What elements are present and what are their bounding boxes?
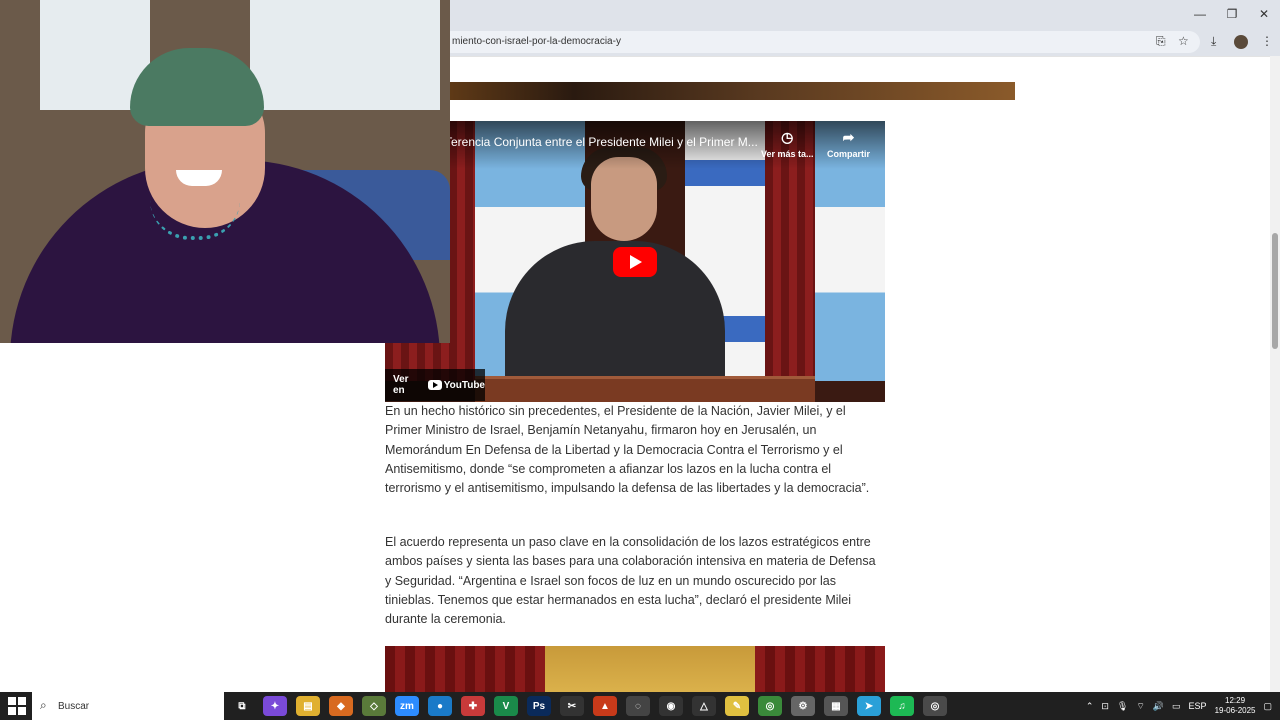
clock-icon: ◷ (781, 129, 794, 145)
clock-date: 19-06-2025 (1214, 706, 1256, 715)
ver-en-label: Ver en (393, 374, 409, 396)
clock-time: 12:29 (1225, 696, 1246, 705)
tray-wifi-icon[interactable]: ⌔ (1136, 701, 1144, 712)
taskbar-clock[interactable]: 12:29 19-06-2025 (1215, 696, 1256, 716)
taskbar-app-app-triangle-icon[interactable]: ▲ (593, 696, 617, 716)
play-button[interactable] (613, 247, 657, 277)
tray-chevron-icon[interactable]: ⌃ (1086, 701, 1094, 712)
restore-button[interactable]: ❐ (1216, 0, 1248, 28)
share-button[interactable]: ➦ Compartir (827, 129, 870, 159)
bottom-image-backdrop (545, 646, 755, 692)
watch-later-button[interactable]: ◷ Ver más ta... (761, 129, 814, 159)
taskbar-app-app-diamond-icon[interactable]: ◆ (329, 696, 353, 716)
watch-later-label: Ver más ta... (761, 149, 814, 159)
bookmark-star-icon[interactable]: ☆ (1178, 34, 1189, 48)
youtube-embed[interactable]: Terencia Conjunta entre el Presidente Mi… (385, 121, 885, 402)
watch-on-youtube-button[interactable]: Ver en YouTube (385, 369, 485, 401)
youtube-wordmark: YouTube (443, 379, 485, 391)
language-indicator[interactable]: ESP (1189, 701, 1207, 711)
webcam-overlay (0, 0, 450, 343)
article-paragraph-2: El acuerdo representa un paso clave en l… (385, 535, 876, 627)
url-text: miento-con-israel-por-la-democracia-y (452, 36, 621, 47)
taskbar-search[interactable]: ⌕ Buscar (32, 692, 224, 720)
webcam-person-hat (130, 48, 264, 126)
windows-start-icon[interactable] (8, 697, 26, 715)
taskbar-app-spotify-icon[interactable]: ♫ (890, 696, 914, 716)
tray-volume-icon[interactable]: 🔊 (1153, 701, 1164, 712)
video-title[interactable]: Terencia Conjunta entre el Presidente Mi… (445, 135, 758, 149)
minimize-button[interactable]: — (1184, 0, 1216, 28)
download-icon[interactable]: ⤓ (1211, 34, 1216, 49)
window-controls: — ❐ ✕ (1184, 0, 1280, 28)
taskbar-app-task-view-icon[interactable]: ⧉ (230, 696, 254, 716)
video-speaker-head (591, 157, 657, 241)
taskbar-app-telegram-icon[interactable]: ➤ (857, 696, 881, 716)
taskbar-app-chrome-icon[interactable]: ◎ (758, 696, 782, 716)
webcam-window-right (250, 0, 440, 110)
share-label: Compartir (827, 149, 871, 159)
share-arrow-icon: ➦ (842, 129, 855, 145)
taskbar-app-photoshop-icon[interactable]: Ps (527, 696, 551, 716)
article-top-image (385, 82, 1015, 100)
taskbar-apps: ⧉ ✦ ▤ ◆ ◇ zm ● ✚ V Ps ✂ ▲ ◌ ◉ △ ✎ ◎ ⚙ ▦ ➤ ♫ ◎ (230, 696, 947, 716)
video-podium (475, 376, 815, 402)
taskbar-app-app-grid-icon[interactable]: ▦ (824, 696, 848, 716)
windows-taskbar: ⌕ Buscar ⧉ ✦ ▤ ◆ ◇ zm ● ✚ V Ps ✂ ▲ ◌ ◉ △ ✎ ◎ ⚙ ▦ ➤ ♫ ◎ ⌃ ⊡ 🎙 … (0, 692, 1280, 720)
taskbar-app-app-sphere-icon[interactable]: ● (428, 696, 452, 716)
taskbar-app-capcut-icon[interactable]: ✂ (560, 696, 584, 716)
tray-mic-icon[interactable]: 🎙 (1117, 701, 1128, 712)
close-button[interactable]: ✕ (1248, 0, 1280, 28)
youtube-play-icon (427, 380, 442, 390)
page-scrollbar[interactable] (1270, 56, 1280, 692)
taskbar-app-app-delta-icon[interactable]: △ (692, 696, 716, 716)
menu-kebab-icon[interactable]: ⋮ (1261, 34, 1273, 48)
taskbar-search-label: Buscar (58, 700, 90, 712)
tray-battery-icon[interactable]: ▭ (1172, 701, 1181, 712)
taskbar-app-chrome-active-icon[interactable]: ◎ (923, 696, 947, 716)
taskbar-app-copilot-icon[interactable]: ✦ (263, 696, 287, 716)
article-bottom-image (385, 646, 885, 692)
taskbar-app-app-circle-icon[interactable]: ◌ (626, 696, 650, 716)
taskbar-app-file-explorer-icon[interactable]: ▤ (296, 696, 320, 716)
taskbar-app-app-cube-icon[interactable]: ◇ (362, 696, 386, 716)
taskbar-app-notes-icon[interactable]: ✎ (725, 696, 749, 716)
scrollbar-thumb[interactable] (1272, 233, 1278, 349)
taskbar-app-app-red-icon[interactable]: ✚ (461, 696, 485, 716)
taskbar-app-obs-icon[interactable]: ◉ (659, 696, 683, 716)
search-icon: ⌕ (40, 698, 47, 712)
system-tray: ⌃ ⊡ 🎙 ⌔ 🔊 ▭ ESP 12:29 19-06-2025 ▢ (1086, 692, 1272, 720)
taskbar-app-app-gear-icon[interactable]: ⚙ (791, 696, 815, 716)
notifications-icon[interactable]: ▢ (1263, 701, 1272, 712)
install-app-icon[interactable]: ⎘ (1156, 34, 1166, 49)
youtube-logo: YouTube (427, 379, 485, 391)
article-paragraph-1: En un hecho histórico sin precedentes, e… (385, 404, 870, 496)
taskbar-app-zoom-icon[interactable]: zm (395, 696, 419, 716)
taskbar-app-vegas-icon[interactable]: V (494, 696, 518, 716)
address-bar[interactable]: miento-con-israel-por-la-democracia-y (440, 31, 1200, 53)
tray-network-icon[interactable]: ⊡ (1101, 701, 1109, 712)
profile-avatar-icon[interactable] (1234, 35, 1248, 49)
